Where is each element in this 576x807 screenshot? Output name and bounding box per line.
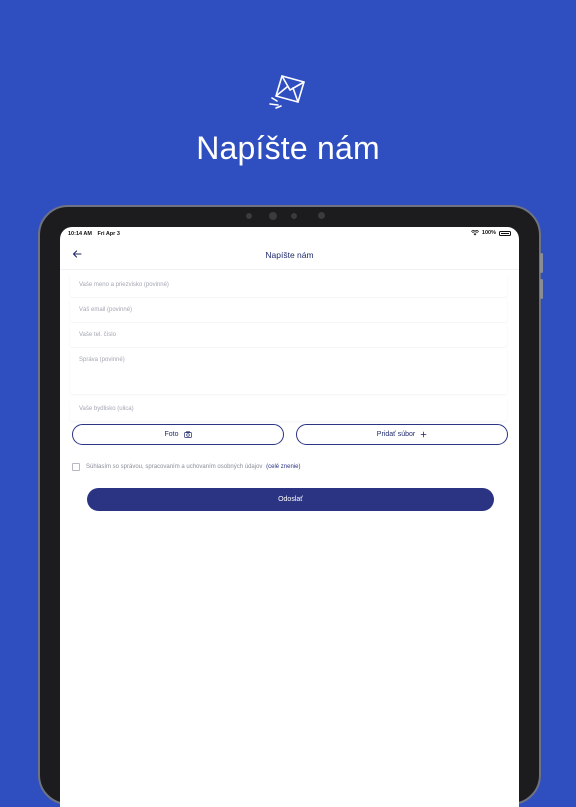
consent-row: Súhlasím so správou, spracovaním a uchov… xyxy=(72,463,300,471)
submit-button-label: Odoslať xyxy=(278,496,303,503)
status-time: 10:14 AM xyxy=(68,231,92,237)
navigation-bar: Napíšte nám xyxy=(60,241,519,270)
envelope-send-icon xyxy=(269,75,305,109)
photo-button[interactable]: Foto xyxy=(72,424,284,445)
sensor-dot xyxy=(318,212,325,219)
submit-button[interactable]: Odoslať xyxy=(87,488,494,511)
camera-icon xyxy=(183,431,192,438)
sensor-dot xyxy=(246,213,252,219)
name-input[interactable]: Vaše meno a priezvisko (povinné) xyxy=(70,273,507,297)
name-placeholder: Vaše meno a priezvisko (povinné) xyxy=(79,282,169,288)
email-placeholder: Váš email (povinné) xyxy=(79,307,133,313)
message-placeholder: Správa (povinné) xyxy=(79,357,125,363)
wifi-icon xyxy=(470,230,479,236)
address-input[interactable]: Vaše bydlisko (ulica) xyxy=(70,397,507,421)
attach-file-label: Pridať súbor xyxy=(376,431,416,438)
volume-button xyxy=(540,279,543,299)
email-input[interactable]: Váš email (povinné) xyxy=(70,298,507,322)
status-date: Fri Apr 3 xyxy=(97,231,120,237)
page-title: Napíšte nám xyxy=(265,250,314,260)
consent-text: Súhlasím so správou, spracovaním a uchov… xyxy=(86,464,263,470)
plus-icon xyxy=(420,431,427,438)
front-camera xyxy=(269,212,277,220)
consent-checkbox[interactable] xyxy=(72,463,80,471)
sensor-dot xyxy=(291,213,297,219)
phone-input[interactable]: Vaše tel. číslo xyxy=(70,323,507,347)
photo-button-label: Foto xyxy=(164,431,179,438)
address-placeholder: Vaše bydlisko (ulica) xyxy=(79,406,134,412)
battery-icon xyxy=(499,230,511,236)
phone-placeholder: Vaše tel. číslo xyxy=(79,332,116,338)
app-screen: 10:14 AM Fri Apr 3 100% Napíšte nám Vaše… xyxy=(60,227,519,807)
message-textarea[interactable]: Správa (povinné) xyxy=(70,348,507,394)
volume-button xyxy=(540,253,543,273)
consent-full-text-link[interactable]: (celé znenie) xyxy=(266,464,300,470)
hero-title: Napíšte nám xyxy=(196,130,380,166)
status-bar: 10:14 AM Fri Apr 3 100% xyxy=(60,227,519,241)
battery-percent: 100% xyxy=(481,230,496,236)
attach-file-button[interactable]: Pridať súbor xyxy=(296,424,508,445)
tablet-device-frame: 10:14 AM Fri Apr 3 100% Napíšte nám Vaše… xyxy=(38,205,543,807)
